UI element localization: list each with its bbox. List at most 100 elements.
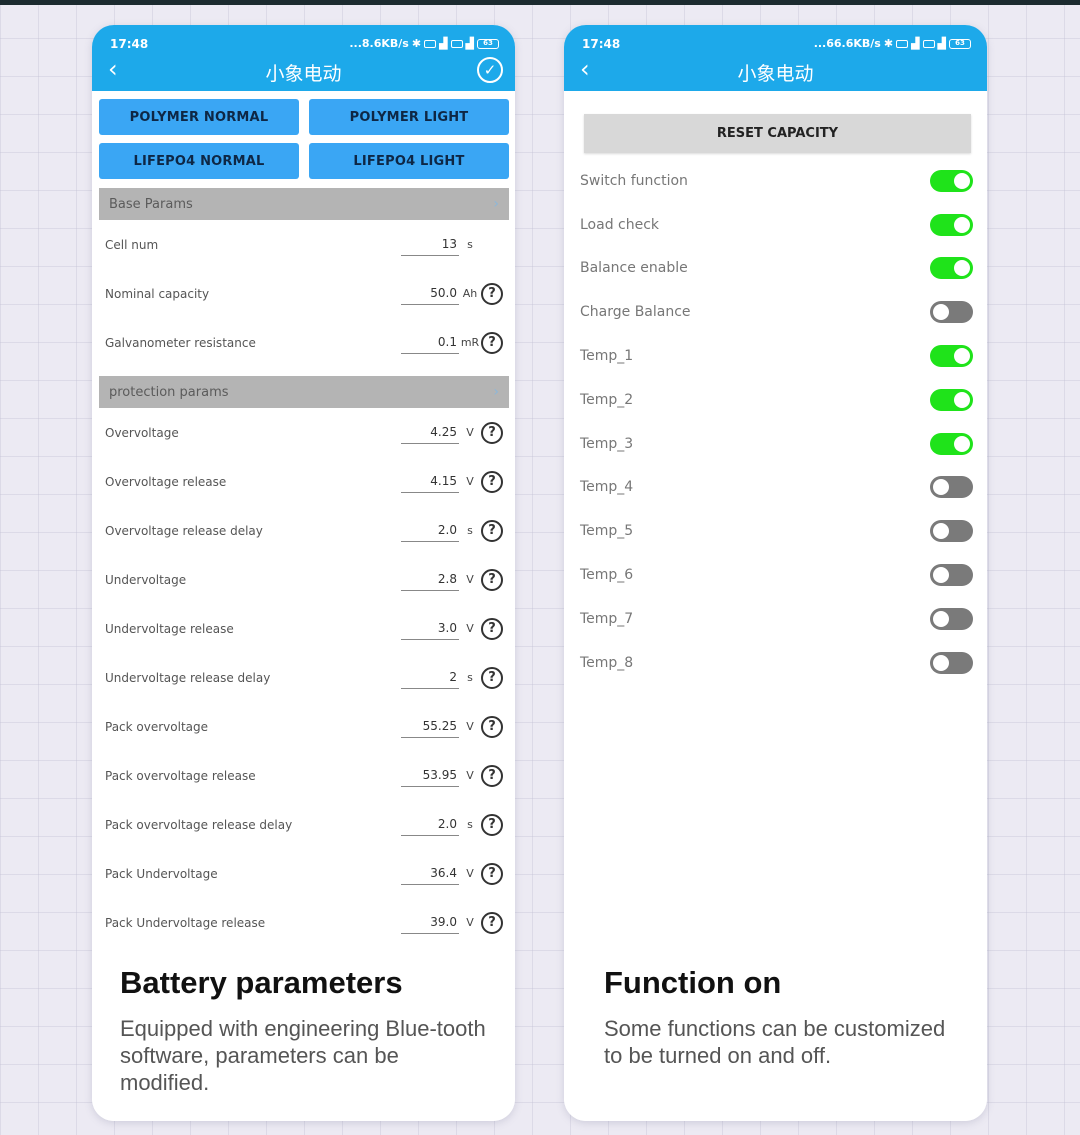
param-row-pack-overvoltage-release: Pack overvoltage release 53.95 V? xyxy=(92,751,515,800)
param-value-input[interactable]: 0.1 xyxy=(401,331,459,354)
help-icon[interactable]: ? xyxy=(481,666,503,689)
param-value-input[interactable]: 2.0 xyxy=(401,813,459,836)
param-label: Overvoltage release delay xyxy=(105,523,263,538)
toggle-switch[interactable] xyxy=(930,169,973,192)
protection-params-header[interactable]: protection params › xyxy=(99,376,509,408)
param-row-pack-undervoltage: Pack Undervoltage 36.4 V? xyxy=(92,849,515,898)
toggle-label: Charge Balance xyxy=(580,304,691,321)
param-value-input[interactable]: 3.0 xyxy=(401,617,459,640)
polymer-normal-button[interactable]: POLYMER NORMAL xyxy=(99,99,299,135)
toggle-row-temp-1: Temp_1 xyxy=(564,334,987,378)
toggle-label: Temp_4 xyxy=(580,479,634,496)
param-label: Cell num xyxy=(105,237,159,252)
lifepo4-normal-button[interactable]: LIFEPO4 NORMAL xyxy=(99,143,299,179)
help-icon[interactable]: ? xyxy=(481,617,503,640)
toggle-knob xyxy=(933,610,949,627)
param-label: Pack overvoltage release xyxy=(105,768,256,783)
help-icon[interactable]: ? xyxy=(481,519,503,542)
app-header: 17:48 ...66.6KB/s ✱ ▟ ▟ 63 ‹ 小象电动 xyxy=(564,25,987,91)
toggle-row-load-check: Load check xyxy=(564,203,987,247)
param-unit: V xyxy=(466,475,474,488)
help-icon[interactable]: ? xyxy=(481,421,503,444)
help-icon[interactable]: ? xyxy=(481,813,503,836)
toggle-row-temp-5: Temp_5 xyxy=(564,509,987,553)
param-label: Pack overvoltage release delay xyxy=(105,817,293,832)
signal2-icon: ▟ xyxy=(465,37,474,50)
toggle-row-charge-balance: Charge Balance xyxy=(564,290,987,334)
toggle-knob xyxy=(954,216,970,233)
toggle-switch[interactable] xyxy=(930,607,973,630)
confirm-check-icon[interactable]: ✓ xyxy=(477,57,503,83)
toggle-list: Switch function Load check Balance enable C… xyxy=(564,153,987,685)
toggle-switch[interactable] xyxy=(930,476,973,499)
param-row-overvoltage-release: Overvoltage release 4.15 V? xyxy=(92,457,515,506)
help-icon[interactable]: ? xyxy=(481,911,503,934)
toggle-label: Temp_1 xyxy=(580,348,634,365)
param-value-input[interactable]: 4.15 xyxy=(401,470,459,493)
toggle-knob xyxy=(933,567,949,584)
toggle-knob xyxy=(933,523,949,540)
toggle-switch[interactable] xyxy=(930,345,973,368)
toggle-label: Temp_6 xyxy=(580,567,634,584)
help-icon[interactable]: ? xyxy=(481,331,503,354)
param-value-input[interactable]: 36.4 xyxy=(401,862,459,885)
toggle-label: Temp_5 xyxy=(580,523,634,540)
param-unit: V xyxy=(466,769,474,782)
param-value-input[interactable]: 39.0 xyxy=(401,911,459,934)
toggle-knob xyxy=(954,348,970,365)
battery-parameters-screen: 17:48 ...8.6KB/s ✱ ▟ ▟ 63 ‹ 小象电动 ✓ POLYM… xyxy=(92,25,515,1121)
help-icon[interactable]: ? xyxy=(481,568,503,591)
toggle-switch[interactable] xyxy=(930,520,973,543)
section-title: protection params xyxy=(109,384,229,400)
help-icon[interactable]: ? xyxy=(481,715,503,738)
param-label: Undervoltage release delay xyxy=(105,670,271,685)
toggle-switch[interactable] xyxy=(930,432,973,455)
toggle-label: Temp_3 xyxy=(580,435,634,452)
reset-capacity-button[interactable]: RESET CAPACITY xyxy=(584,114,971,153)
help-icon[interactable]: ? xyxy=(481,470,503,493)
param-value-input[interactable]: 2.8 xyxy=(401,568,459,591)
param-row-overvoltage-release-delay: Overvoltage release delay 2.0 s? xyxy=(92,506,515,555)
param-unit: V xyxy=(466,573,474,586)
toggle-knob xyxy=(954,435,970,452)
network-speed: ...8.6KB/s xyxy=(349,37,409,50)
toggle-switch[interactable] xyxy=(930,257,973,280)
toggle-switch[interactable] xyxy=(930,213,973,236)
param-label: Pack overvoltage xyxy=(105,719,209,734)
param-value-input[interactable]: 4.25 xyxy=(401,421,459,444)
caption-body: Equipped with engineering Blue-tooth sof… xyxy=(120,1016,486,1095)
param-value-input[interactable]: 2.0 xyxy=(401,519,459,542)
param-unit: s xyxy=(467,818,473,831)
help-icon[interactable]: ? xyxy=(481,282,503,305)
param-value-input[interactable]: 55.25 xyxy=(401,715,459,738)
toggle-row-temp-7: Temp_7 xyxy=(564,597,987,641)
sim-icon xyxy=(424,39,437,48)
param-label: Pack Undervoltage xyxy=(105,866,218,881)
param-value-input[interactable]: 53.95 xyxy=(401,764,459,787)
param-value-input[interactable]: 50.0 xyxy=(401,282,459,305)
status-time: 17:48 xyxy=(582,37,621,51)
help-icon[interactable]: ? xyxy=(481,764,503,787)
param-value-input[interactable]: 13 xyxy=(401,233,459,256)
toggle-row-temp-8: Temp_8 xyxy=(564,641,987,685)
toggle-switch[interactable] xyxy=(930,651,973,674)
network-speed: ...66.6KB/s xyxy=(813,37,881,50)
bluetooth-icon: ✱ xyxy=(411,37,422,50)
toggle-switch[interactable] xyxy=(930,388,973,411)
param-row-pack-undervoltage-release: Pack Undervoltage release 39.0 V? xyxy=(92,898,515,947)
sim2-icon xyxy=(450,39,463,48)
lifepo4-light-button[interactable]: LIFEPO4 LIGHT xyxy=(309,143,509,179)
toggle-row-temp-4: Temp_4 xyxy=(564,466,987,510)
param-unit: s xyxy=(467,524,473,537)
param-label: Overvoltage xyxy=(105,425,179,440)
base-params-header[interactable]: Base Params › xyxy=(99,188,509,220)
caption-title: Function on xyxy=(604,965,782,1000)
param-unit: V xyxy=(466,426,474,439)
signal2-icon: ▟ xyxy=(937,37,946,50)
toggle-switch[interactable] xyxy=(930,564,973,587)
polymer-light-button[interactable]: POLYMER LIGHT xyxy=(309,99,509,135)
help-icon[interactable]: ? xyxy=(481,862,503,885)
param-value-input[interactable]: 2 xyxy=(401,666,459,689)
toggle-switch[interactable] xyxy=(930,301,973,324)
param-row-undervoltage-release: Undervoltage release 3.0 V? xyxy=(92,604,515,653)
